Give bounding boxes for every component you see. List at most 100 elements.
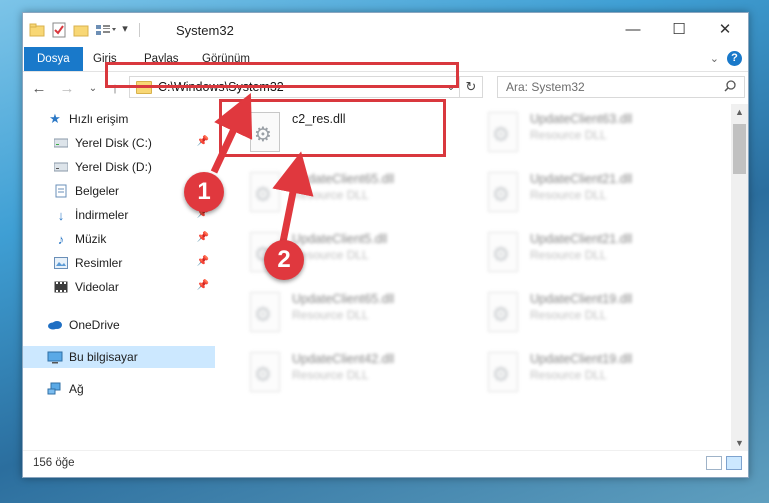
sidebar-item-this-pc[interactable]: Bu bilgisayar [23,346,215,368]
file-name: UpdateClient5.dll [292,232,388,246]
title-bar: ▾ System32 — ☐ ✕ [23,13,748,47]
cloud-icon [47,317,63,333]
file-item[interactable]: ⚙ UpdateClient63.dll Resource DLL [478,104,708,160]
window-title: System32 [176,23,234,38]
sidebar-item-music[interactable]: ♪ Müzik 📌 [23,228,215,250]
window-controls: — ☐ ✕ [610,13,748,45]
sidebar-item-label: Yerel Disk (D:) [75,160,152,174]
search-box[interactable]: Ara: System32 [497,76,745,98]
back-button[interactable]: ← [29,78,49,98]
dll-file-icon: ⚙ [250,352,284,394]
sidebar-item-label: İndirmeler [75,208,129,222]
dll-file-icon: ⚙ [488,352,522,394]
close-button[interactable]: ✕ [702,13,748,45]
file-type: Resource DLL [292,188,369,202]
file-item[interactable]: ⚙ UpdateClient65.dll Resource DLL [240,284,470,340]
file-name: UpdateClient63.dll [530,112,633,126]
sidebar-item-label: Müzik [75,232,107,246]
file-type: Resource DLL [292,248,369,262]
file-type: Resource DLL [530,188,607,202]
properties-icon[interactable] [51,22,67,38]
sidebar-item-downloads[interactable]: ↓ İndirmeler 📌 [23,204,215,226]
download-icon: ↓ [57,207,65,223]
dll-file-icon: ⚙ [488,172,522,214]
search-icon [724,79,736,95]
file-highlight-box [219,99,446,157]
file-name: UpdateClient65.dll [292,172,395,186]
maximize-button[interactable]: ☐ [656,13,702,45]
sidebar-item-label: Hızlı erişim [69,112,129,126]
forward-button[interactable]: → [57,78,77,98]
address-highlight-box [105,62,459,88]
scroll-up-icon[interactable]: ▲ [731,104,748,121]
sidebar-item-pictures[interactable]: Resimler 📌 [23,252,215,274]
step-callout-2: 2 [264,240,304,280]
help-icon[interactable]: ? [727,51,742,66]
star-icon: ★ [49,111,61,126]
expand-ribbon-icon[interactable]: ⌄ [710,52,719,65]
view-switcher [706,456,742,470]
sidebar-item-label: Videolar [75,280,119,294]
new-folder-icon[interactable] [73,22,89,38]
sidebar-item-label: OneDrive [69,318,120,332]
sidebar-item-label: Ağ [69,382,84,396]
quick-access-toolbar: ▾ [29,22,140,38]
customize-icon[interactable] [95,22,116,38]
ribbon-right: ⌄ ? [710,51,742,66]
computer-icon [47,349,63,365]
large-icons-view-icon[interactable] [726,456,742,470]
folder-icon[interactable] [29,22,45,38]
scroll-thumb[interactable] [733,124,746,174]
sidebar-item-onedrive[interactable]: OneDrive [23,314,215,336]
sidebar-item-label: Yerel Disk (C:) [75,136,152,150]
file-item[interactable]: ⚙ UpdateClient21.dll Resource DLL [478,224,708,280]
title-divider [139,23,140,37]
drive-icon [53,135,69,151]
pin-icon[interactable]: 📌 [197,256,209,267]
music-icon: ♪ [57,231,65,247]
search-placeholder: Ara: System32 [506,80,585,94]
file-type: Resource DLL [530,308,607,322]
file-item[interactable]: ⚙ UpdateClient21.dll Resource DLL [478,164,708,220]
sidebar-item-videos[interactable]: Videolar 📌 [23,276,215,298]
file-type: Resource DLL [530,248,607,262]
vertical-scrollbar[interactable]: ▲ ▼ [731,104,748,452]
file-item[interactable]: ⚙ UpdateClient42.dll Resource DLL [240,344,470,400]
file-type: Resource DLL [292,308,369,322]
details-view-icon[interactable] [706,456,722,470]
sidebar-item-network[interactable]: Ağ [23,378,215,400]
file-name: UpdateClient42.dll [292,352,395,366]
file-type: Resource DLL [530,128,607,142]
qat-dropdown-icon[interactable]: ▾ [117,22,133,38]
file-name: UpdateClient19.dll [530,352,633,366]
file-type: Resource DLL [292,368,369,382]
dll-file-icon: ⚙ [250,292,284,334]
file-item[interactable]: ⚙ UpdateClient19.dll Resource DLL [478,284,708,340]
tab-file[interactable]: Dosya [24,47,83,71]
step-callout-1: 1 [184,172,224,212]
file-item[interactable]: ⚙ UpdateClient19.dll Resource DLL [478,344,708,400]
pin-icon[interactable]: 📌 [197,280,209,291]
dll-file-icon: ⚙ [488,112,522,154]
file-name: UpdateClient21.dll [530,232,633,246]
sidebar-item-label: Bu bilgisayar [69,350,138,364]
minimize-button[interactable]: — [610,13,656,45]
video-icon [53,279,69,295]
pin-icon[interactable]: 📌 [197,136,209,147]
sidebar-item-disk-c[interactable]: Yerel Disk (C:) 📌 [23,132,215,154]
pin-icon[interactable]: 📌 [197,232,209,243]
navigation-pane: ★ Hızlı erişim Yerel Disk (C:) 📌 Yerel D… [23,104,215,452]
documents-icon [53,183,69,199]
file-type: Resource DLL [530,368,607,382]
refresh-button[interactable]: ↻ [459,77,482,97]
sidebar-item-disk-d[interactable]: Yerel Disk (D:) [23,156,215,178]
file-item[interactable]: ⚙ UpdateClient65.dll Resource DLL [240,164,470,220]
item-count: 156 öğe [33,457,75,469]
file-name: UpdateClient19.dll [530,292,633,306]
network-icon [47,381,63,397]
recent-locations-button[interactable]: ⌄ [83,78,103,98]
dll-file-icon: ⚙ [488,232,522,274]
dll-file-icon: ⚙ [488,292,522,334]
status-bar: 156 öğe [23,450,748,477]
sidebar-item-quick-access[interactable]: ★ Hızlı erişim [23,108,215,130]
